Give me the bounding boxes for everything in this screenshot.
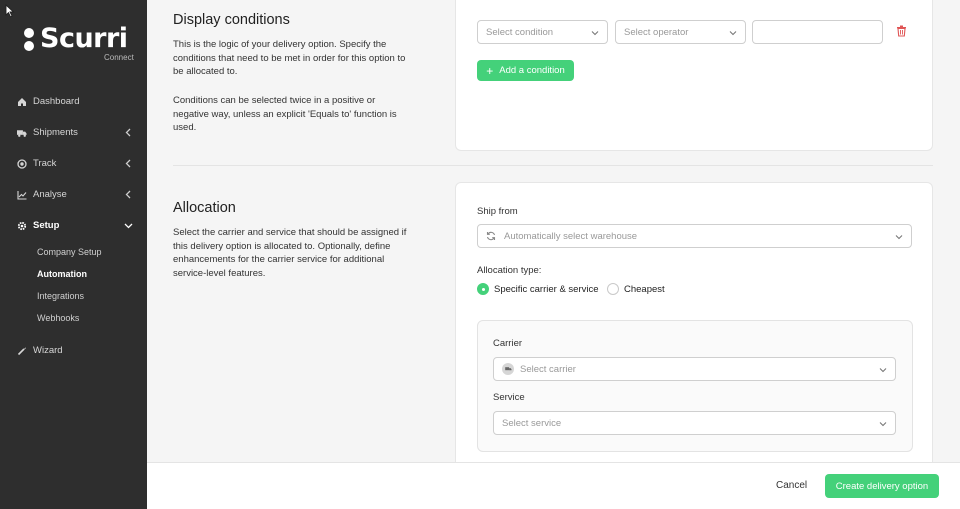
chevron-down-icon (879, 368, 887, 373)
allocation-type-label: Allocation type: (477, 265, 542, 276)
chart-icon (17, 190, 27, 200)
chevron-down-icon (729, 31, 737, 36)
chevron-left-icon (125, 128, 131, 137)
radio-label: Cheapest (624, 283, 665, 295)
plus-icon: + (486, 63, 494, 78)
section-divider (173, 165, 933, 166)
sidebar-item-label: Wizard (33, 345, 63, 356)
wand-icon (17, 346, 27, 356)
condition-select[interactable]: Select condition (477, 20, 608, 44)
add-condition-label: Add a condition (499, 65, 565, 76)
brand-name: Scurri (40, 23, 128, 54)
home-icon (17, 97, 27, 107)
sidebar-item-dashboard[interactable]: Dashboard (0, 86, 147, 117)
sidebar-item-analyse[interactable]: Analyse (0, 179, 147, 210)
sidebar-item-label: Setup (33, 220, 60, 231)
allocation-description: Select the carrier and service that shou… (173, 227, 407, 279)
service-label: Service (493, 392, 525, 403)
radio-unchecked-icon (607, 283, 619, 295)
chevron-down-icon (895, 235, 903, 240)
sidebar-item-wizard[interactable]: Wizard (0, 335, 147, 366)
sidebar-subitem-automation[interactable]: Automation (0, 263, 147, 285)
display-conditions-note: Conditions can be selected twice in a po… (173, 95, 397, 133)
sidebar: Scurri Connect Dashboard Shipments Track (0, 0, 147, 509)
sidebar-item-shipments[interactable]: Shipments (0, 117, 147, 148)
allocation-title: Allocation (173, 200, 236, 216)
cancel-button[interactable]: Cancel (776, 480, 807, 491)
radio-checked-icon (477, 283, 489, 295)
service-select[interactable]: Select service (493, 411, 896, 435)
radio-specific-carrier[interactable]: Specific carrier & service (477, 283, 599, 295)
carrier-placeholder: Select carrier (520, 363, 576, 375)
condition-select-placeholder: Select condition (486, 26, 554, 38)
radio-label: Specific carrier & service (494, 283, 599, 295)
sidebar-item-label: Dashboard (33, 96, 80, 107)
chevron-down-icon (124, 223, 133, 229)
conditions-card: Select condition Select operator + Add a… (455, 0, 933, 151)
footer-bar: Cancel Create delivery option (147, 462, 960, 509)
chevron-down-icon (879, 422, 887, 427)
refresh-icon (486, 231, 496, 241)
ship-from-value: Automatically select warehouse (504, 230, 638, 242)
gear-icon (17, 221, 27, 231)
target-icon (17, 158, 27, 169)
sidebar-subitem-webhooks[interactable]: Webhooks (0, 307, 147, 329)
sidebar-item-setup[interactable]: Setup (0, 210, 147, 241)
main-content: Display conditions This is the logic of … (147, 0, 960, 509)
sidebar-item-label: Track (33, 158, 57, 169)
operator-select[interactable]: Select operator (615, 20, 746, 44)
trash-icon[interactable] (896, 25, 907, 37)
chevron-left-icon (125, 190, 131, 199)
carrier-label: Carrier (493, 338, 523, 349)
truck-icon (17, 128, 27, 138)
create-delivery-option-button[interactable]: Create delivery option (825, 474, 939, 498)
sidebar-item-label: Shipments (33, 127, 78, 138)
add-condition-button[interactable]: + Add a condition (477, 60, 574, 81)
service-placeholder: Select service (502, 417, 562, 429)
sidebar-nav: Dashboard Shipments Track Analyse Setup … (0, 86, 147, 366)
sidebar-subitem-integrations[interactable]: Integrations (0, 285, 147, 307)
ship-from-label: Ship from (477, 206, 518, 217)
carrier-service-panel: Carrier Select carrier Service Select se… (477, 320, 913, 452)
sidebar-subitem-company-setup[interactable]: Company Setup (0, 241, 147, 263)
brand-sub: Connect (104, 53, 134, 62)
logo-mark-icon (24, 28, 34, 52)
sidebar-item-track[interactable]: Track (0, 148, 147, 179)
chevron-down-icon (591, 31, 599, 36)
condition-value-input[interactable] (752, 20, 883, 44)
carrier-placeholder-icon (502, 363, 514, 375)
chevron-left-icon (125, 159, 131, 168)
allocation-card: Ship from Automatically select warehouse… (455, 182, 933, 482)
sidebar-item-label: Analyse (33, 189, 67, 200)
radio-cheapest[interactable]: Cheapest (607, 283, 665, 295)
carrier-select[interactable]: Select carrier (493, 357, 896, 381)
mouse-cursor-icon (5, 4, 15, 18)
display-conditions-description: This is the logic of your delivery optio… (173, 39, 406, 77)
ship-from-select[interactable]: Automatically select warehouse (477, 224, 912, 248)
operator-select-placeholder: Select operator (624, 26, 689, 38)
display-conditions-title: Display conditions (173, 12, 290, 28)
